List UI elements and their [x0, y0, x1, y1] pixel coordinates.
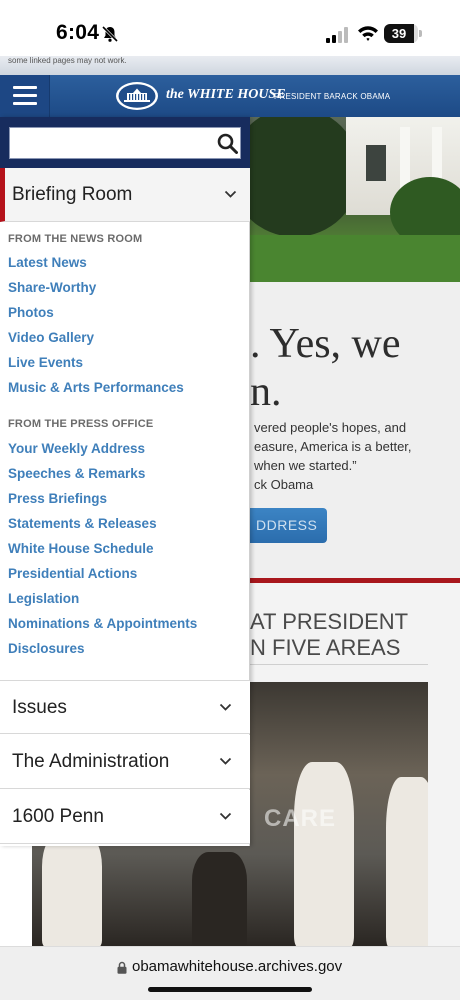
- nav-section-label: The Administration: [12, 751, 170, 772]
- section-rule: [250, 664, 428, 665]
- search-input[interactable]: [10, 128, 210, 158]
- nav-section-1600-penn[interactable]: 1600 Penn: [0, 790, 250, 844]
- headline-line-2: n.: [250, 369, 282, 415]
- chevron-down-icon: [224, 190, 237, 198]
- nav-section-briefing-room[interactable]: Briefing Room: [0, 168, 250, 222]
- submenu-link-music-arts[interactable]: Music & Arts Performances: [8, 380, 184, 395]
- feature-headline: . Yes, we n.: [250, 320, 460, 416]
- submenu-link-weekly-address[interactable]: Your Weekly Address: [8, 441, 145, 456]
- nav-section-label: Briefing Room: [12, 184, 133, 205]
- submenu-link-nominations[interactable]: Nominations & Appointments: [8, 616, 197, 631]
- nav-section-label: 1600 Penn: [12, 806, 104, 827]
- submenu-heading: FROM THE PRESS OFFICE: [8, 418, 154, 430]
- submenu-link-legislation[interactable]: Legislation: [8, 591, 79, 606]
- nav-section-administration[interactable]: The Administration: [0, 735, 250, 789]
- section-heading-line-1: AT PRESIDENT: [250, 609, 409, 634]
- nav-section-label: Issues: [12, 697, 67, 718]
- cellular-signal-icon: [326, 27, 348, 43]
- chevron-down-icon: [219, 812, 232, 820]
- submenu-link-live-events[interactable]: Live Events: [8, 355, 83, 370]
- headline-line-1: . Yes, we: [250, 321, 401, 367]
- quote-line: when we started.”: [254, 458, 357, 473]
- submenu-link-share-worthy[interactable]: Share-Worthy: [8, 280, 96, 295]
- submenu-link-latest-news[interactable]: Latest News: [8, 255, 87, 270]
- submenu-link-statements[interactable]: Statements & Releases: [8, 516, 157, 531]
- lock-icon: [117, 961, 127, 974]
- submenu-link-photos[interactable]: Photos: [8, 305, 54, 320]
- navigation-drawer: Briefing Room FROM THE NEWS ROOM Latest …: [0, 117, 250, 846]
- submenu-link-speeches[interactable]: Speeches & Remarks: [8, 466, 145, 481]
- logo-subtitle: PRESIDENT BARACK OBAMA: [274, 92, 391, 101]
- photo-figure: [192, 852, 247, 947]
- search-box: [9, 127, 241, 159]
- search-panel: [0, 117, 250, 168]
- menu-button[interactable]: [0, 75, 50, 117]
- archive-notice-strip: some linked pages may not work.: [0, 56, 460, 75]
- hero-photo: [250, 117, 460, 282]
- quote-line: easure, America is a better,: [254, 439, 412, 454]
- submenu-link-press-briefings[interactable]: Press Briefings: [8, 491, 107, 506]
- nav-section-issues[interactable]: Issues: [0, 680, 250, 734]
- battery-tip: [419, 30, 422, 37]
- quote-line: vered people's hopes, and: [254, 420, 407, 435]
- photo-label: CARE: [264, 805, 337, 832]
- status-time: 6:04: [56, 21, 100, 44]
- section-heading: AT PRESIDENT N FIVE AREAS: [250, 609, 408, 661]
- submenu-link-video-gallery[interactable]: Video Gallery: [8, 330, 94, 345]
- feature-quote-section: . Yes, we n. vered people's hopes, and e…: [250, 282, 460, 582]
- photo-figure: [42, 832, 102, 947]
- hamburger-icon-bar: [13, 94, 37, 97]
- section-heading-line-2: N FIVE AREAS: [250, 635, 401, 660]
- battery-level: 39: [391, 26, 407, 41]
- site-header: the WHITE HOUSE PRESIDENT BARACK OBAMA: [0, 75, 460, 117]
- browser-address-bar[interactable]: obamawhitehouse.archives.gov: [0, 946, 460, 1000]
- status-bar: 6:04 39: [0, 0, 460, 64]
- battery-icon: 39: [384, 24, 418, 43]
- white-house-logo-icon[interactable]: [115, 81, 159, 111]
- home-indicator[interactable]: [148, 987, 312, 992]
- wifi-icon: [358, 26, 378, 41]
- submenu-heading: FROM THE NEWS ROOM: [8, 233, 143, 245]
- photo-figure: [386, 777, 428, 947]
- submenu-link-presidential-actions[interactable]: Presidential Actions: [8, 566, 137, 581]
- submenu-link-disclosures[interactable]: Disclosures: [8, 641, 85, 656]
- bell-slash-icon: [101, 25, 119, 43]
- search-icon[interactable]: [217, 133, 238, 154]
- chevron-down-icon: [219, 757, 232, 765]
- url-text[interactable]: obamawhitehouse.archives.gov: [132, 958, 342, 975]
- archive-notice-text: some linked pages may not work.: [8, 56, 127, 65]
- photo-figure: [294, 762, 354, 947]
- hamburger-icon-bar: [13, 102, 37, 105]
- submenu-link-schedule[interactable]: White House Schedule: [8, 541, 154, 556]
- hero-tree: [250, 117, 360, 237]
- hamburger-icon: [13, 86, 37, 89]
- quote-line: ck Obama: [254, 477, 314, 492]
- watch-address-button[interactable]: DDRESS: [250, 508, 327, 543]
- chevron-down-icon: [219, 703, 232, 711]
- hero-lawn: [250, 235, 460, 282]
- hero-window: [366, 145, 386, 181]
- logo-title[interactable]: the WHITE HOUSE: [166, 87, 286, 103]
